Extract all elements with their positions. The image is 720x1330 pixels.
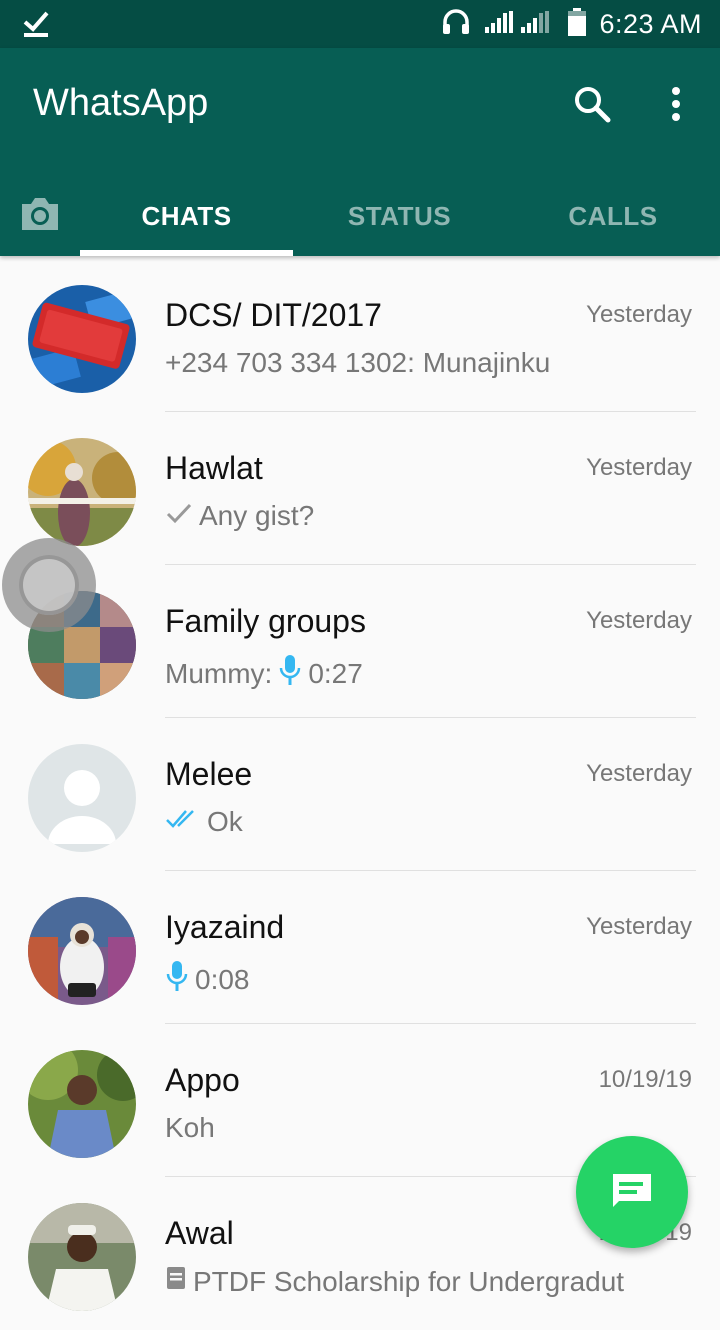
tab-chats[interactable]: CHATS — [80, 176, 293, 256]
chat-row[interactable]: Family groups Yesterday Mummy: 0:27 — [0, 565, 720, 718]
chat-row[interactable]: DCS/ DIT/2017 Yesterday +234 703 334 130… — [0, 259, 720, 412]
microphone-icon — [278, 653, 302, 694]
new-chat-button[interactable] — [576, 1136, 688, 1248]
assistive-touch-inner — [19, 555, 79, 615]
battery-icon — [567, 7, 587, 42]
search-icon[interactable] — [572, 84, 612, 129]
chat-message-sender: Mummy: — [165, 657, 273, 689]
sent-tick-icon — [165, 500, 193, 532]
chat-message-text: Any gist? — [199, 500, 315, 531]
tab-calls[interactable]: CALLS — [506, 176, 720, 256]
message-icon — [609, 1171, 655, 1214]
chat-message: PTDF Scholarship for Undergradut — [165, 1265, 624, 1298]
avatar[interactable] — [28, 1203, 136, 1311]
avatar[interactable] — [28, 285, 136, 393]
chat-message-text: Ok — [207, 806, 243, 837]
chat-time: Yesterday — [586, 301, 692, 328]
chat-name: Melee — [165, 756, 253, 792]
assistive-touch-button[interactable] — [2, 538, 96, 632]
chat-name: Family groups — [165, 603, 366, 639]
document-icon — [165, 1265, 187, 1298]
active-tab-indicator — [80, 250, 293, 256]
chat-name: DCS/ DIT/2017 — [165, 297, 382, 333]
app-bar: WhatsApp CHATS STATUS CALLS — [0, 48, 720, 256]
chat-message-text: PTDF Scholarship for Undergradut — [193, 1265, 625, 1297]
avatar[interactable] — [28, 1050, 136, 1158]
chat-message: Mummy: 0:27 — [165, 653, 363, 694]
chat-message: Ok — [165, 806, 243, 838]
chat-row[interactable]: Iyazaind Yesterday 0:08 — [0, 871, 720, 1024]
status-time: 6:23 AM — [599, 8, 702, 39]
read-ticks-icon — [165, 806, 201, 838]
voice-duration: 0:27 — [308, 657, 363, 689]
chat-name: Appo — [165, 1062, 240, 1098]
chat-message: Any gist? — [165, 500, 314, 532]
status-bar: 6:23 AM — [0, 0, 720, 48]
chat-message-text: Koh — [165, 1112, 215, 1143]
chat-row[interactable]: Melee Yesterday Ok — [0, 718, 720, 871]
chat-message: Koh — [165, 1112, 215, 1144]
voice-duration: 0:08 — [195, 963, 250, 995]
chat-time: 10/19/19 — [598, 1066, 692, 1093]
chat-message: +234 703 334 1302: Munajinku — [165, 347, 550, 379]
avatar[interactable] — [28, 438, 136, 546]
chat-time: Yesterday — [586, 607, 692, 634]
download-complete-icon — [22, 10, 50, 43]
microphone-icon — [165, 959, 189, 1000]
camera-icon[interactable] — [18, 192, 62, 236]
chat-time: Yesterday — [586, 913, 692, 940]
tab-status[interactable]: STATUS — [293, 176, 506, 256]
chat-row[interactable]: Hawlat Yesterday Any gist? — [0, 412, 720, 565]
chat-message-text: +234 703 334 1302: Munajinku — [165, 347, 551, 378]
tab-bar: CHATS STATUS CALLS — [0, 176, 720, 256]
default-avatar-icon[interactable] — [28, 744, 136, 852]
chat-name: Awal — [165, 1215, 234, 1251]
chat-time: Yesterday — [586, 454, 692, 481]
chat-message: 0:08 — [165, 959, 250, 1000]
chat-time: Yesterday — [586, 760, 692, 787]
chat-name: Hawlat — [165, 450, 263, 486]
signal-icon — [483, 9, 555, 40]
chat-name: Iyazaind — [165, 909, 285, 945]
headphones-icon — [441, 8, 471, 41]
more-options-icon[interactable] — [668, 86, 684, 127]
avatar[interactable] — [28, 897, 136, 1005]
app-title: WhatsApp — [33, 82, 209, 124]
